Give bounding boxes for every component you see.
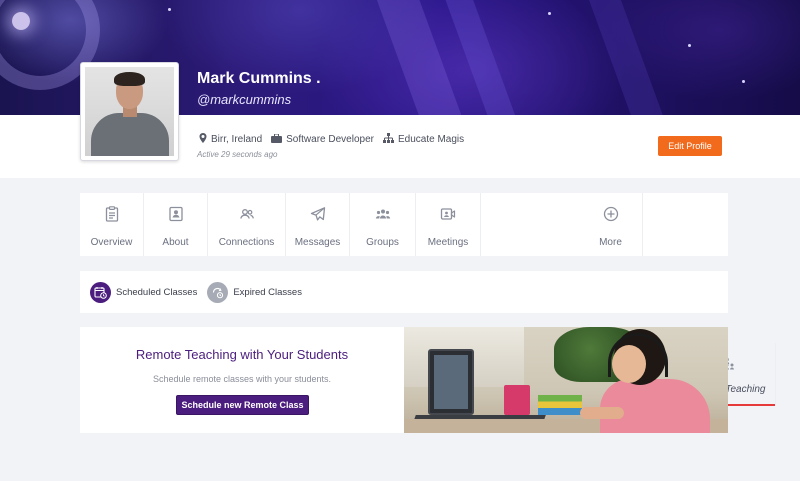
tab-messages[interactable]: Messages [286, 193, 350, 256]
briefcase-icon [271, 133, 283, 146]
people-icon [239, 206, 255, 227]
tab-label: More [599, 237, 622, 248]
edit-profile-button[interactable]: Edit Profile [658, 136, 722, 156]
profile-name: Mark Cummins . [197, 70, 321, 87]
map-pin-icon [199, 133, 207, 146]
profile-meta: Birr, Ireland Software Developer Educate… [199, 133, 473, 146]
tab-more[interactable]: More [579, 193, 643, 256]
location: Birr, Ireland [199, 133, 262, 146]
banner-subtitle: Schedule remote classes with your studen… [152, 374, 332, 384]
tab-label: Connections [218, 237, 275, 248]
paper-plane-icon [310, 206, 326, 227]
tab-groups[interactable]: Groups [350, 193, 416, 256]
tab-about[interactable]: About [144, 193, 208, 256]
avatar[interactable] [80, 62, 179, 161]
banner-image [404, 327, 728, 433]
calendar-clock-icon [90, 281, 111, 303]
clipboard-icon [104, 206, 120, 227]
sitemap-icon [382, 133, 394, 146]
video-camera-icon [440, 206, 456, 227]
group-icon [375, 206, 391, 227]
organization-label: Educate Magis [397, 134, 465, 145]
last-active: Active 29 seconds ago [197, 150, 278, 159]
expired-calendar-icon [207, 281, 229, 303]
tab-label: Messages [294, 237, 341, 248]
tab-label: Meetings [427, 237, 469, 248]
tab-overview[interactable]: Overview [80, 193, 144, 256]
profile-tabs: Overview About Connections Messages Grou… [80, 193, 776, 406]
tab-label: Groups [366, 237, 399, 248]
plus-circle-icon [603, 206, 619, 227]
tab-label: About [162, 237, 189, 248]
organization: Educate Magis [382, 133, 465, 146]
scheduled-classes-label: Scheduled Classes [116, 286, 198, 298]
schedule-remote-class-button[interactable]: Schedule new Remote Class [176, 395, 309, 415]
role-label: Software Developer [286, 134, 374, 145]
expired-classes-link[interactable]: Expired Classes [207, 281, 302, 303]
banner-title: Remote Teaching with Your Students [135, 347, 349, 362]
remote-teaching-subnav: Scheduled Classes Expired Classes [80, 271, 728, 313]
remote-teaching-banner: Remote Teaching with Your Students Sched… [80, 327, 728, 433]
id-card-icon [168, 206, 184, 227]
tab-meetings[interactable]: Meetings [416, 193, 481, 256]
location-label: Birr, Ireland [211, 134, 263, 145]
expired-classes-label: Expired Classes [233, 286, 302, 298]
scheduled-classes-link[interactable]: Scheduled Classes [90, 281, 198, 303]
tab-label: Overview [90, 237, 133, 248]
tab-connections[interactable]: Connections [208, 193, 286, 256]
role: Software Developer [271, 133, 374, 146]
profile-handle: @markcummins [197, 92, 292, 107]
